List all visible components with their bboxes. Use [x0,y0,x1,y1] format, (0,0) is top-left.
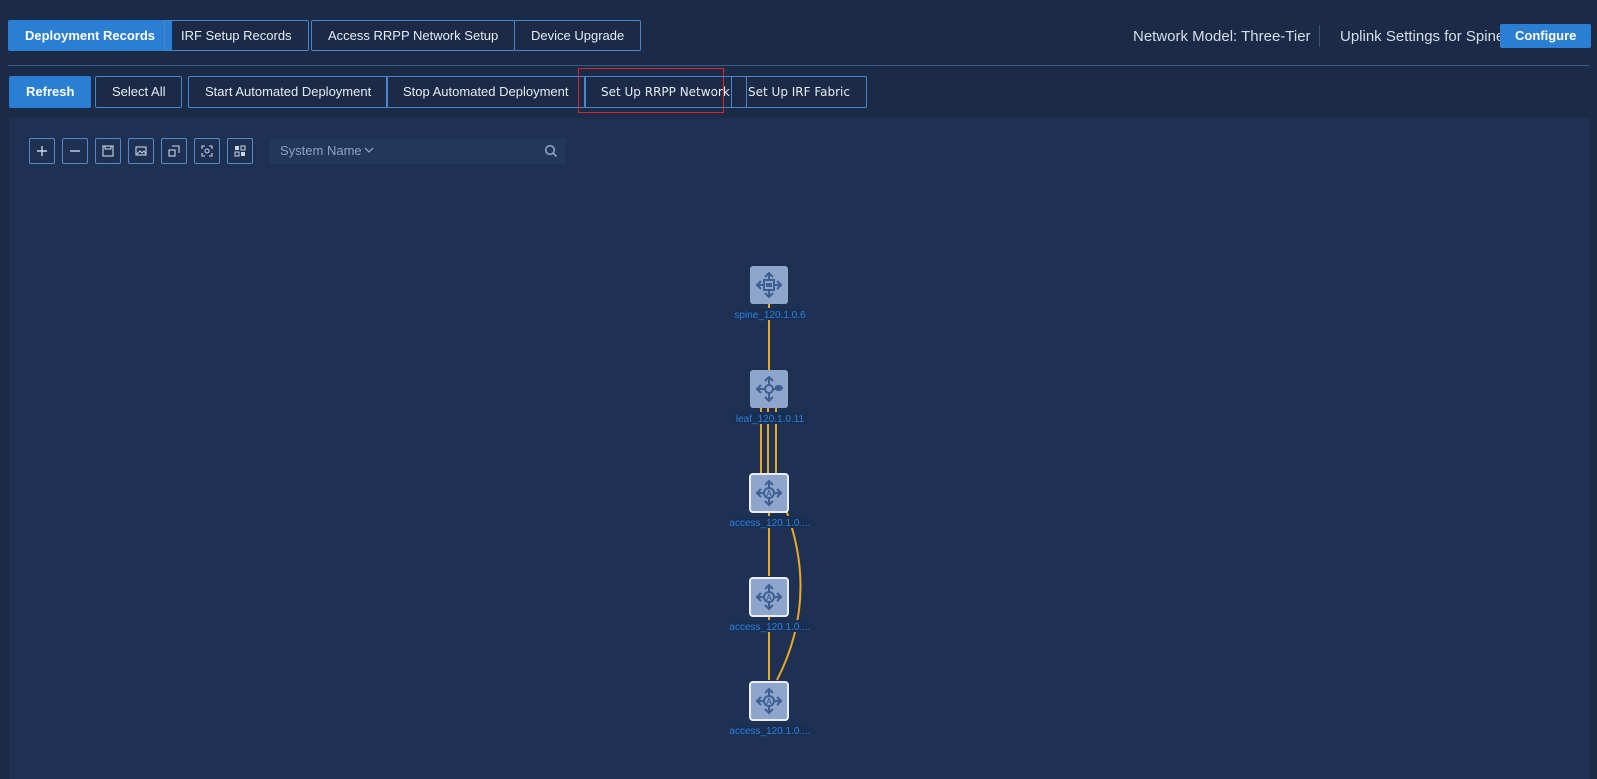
topology-graph: spine_120.1.0.6 leaf_120.1.0.11 A access… [729,266,811,737]
topology-node-leaf[interactable]: leaf_120.1.0.11 [733,370,807,425]
access-badge-3: A [766,697,772,706]
uplink-settings-label: Uplink Settings for Spine: [1340,28,1509,45]
node-label-leaf: leaf_120.1.0.11 [736,414,805,425]
access-badge-1: A [766,489,772,498]
tab-irf-setup-records[interactable]: IRF Setup Records [164,20,309,51]
tab-device-upgrade[interactable]: Device Upgrade [514,20,642,51]
configure-button[interactable]: Configure [1500,24,1592,48]
topology-node-access-3[interactable]: A access_120.1.0.... [729,681,811,737]
node-label-access-2: access_120.1.0.... [729,622,810,633]
tab-deployment-records[interactable]: Deployment Records [8,20,173,51]
node-label-access-1: access_120.1.0.... [729,518,810,529]
refresh-button[interactable]: Refresh [9,76,92,108]
header-separator [8,65,1590,66]
network-model-text: Network Model: Three-Tier [1133,28,1311,45]
node-label-spine: spine_120.1.0.6 [734,310,806,321]
topology-canvas[interactable]: System Name spine_120.1.0.6 leaf_120.1.0… [9,118,1590,779]
topology-node-spine[interactable]: spine_120.1.0.6 [734,266,806,321]
topology-node-access-1[interactable]: A access_120.1.0.... [729,473,811,529]
tab-access-rrpp-network-setup[interactable]: Access RRPP Network Setup [311,20,516,51]
node-label-access-3: access_120.1.0.... [729,726,810,737]
access-badge-2: A [766,593,772,602]
set-up-rrpp-network-button[interactable]: Set Up RRPP Network [584,76,747,108]
topology-node-access-2[interactable]: A access_120.1.0.... [729,577,811,633]
header-divider [1319,25,1320,47]
start-automated-deployment-button[interactable]: Start Automated Deployment [188,76,389,108]
set-up-irf-fabric-button[interactable]: Set Up IRF Fabric [731,76,867,108]
select-all-button[interactable]: Select All [95,76,183,108]
stop-automated-deployment-button[interactable]: Stop Automated Deployment [386,76,586,108]
